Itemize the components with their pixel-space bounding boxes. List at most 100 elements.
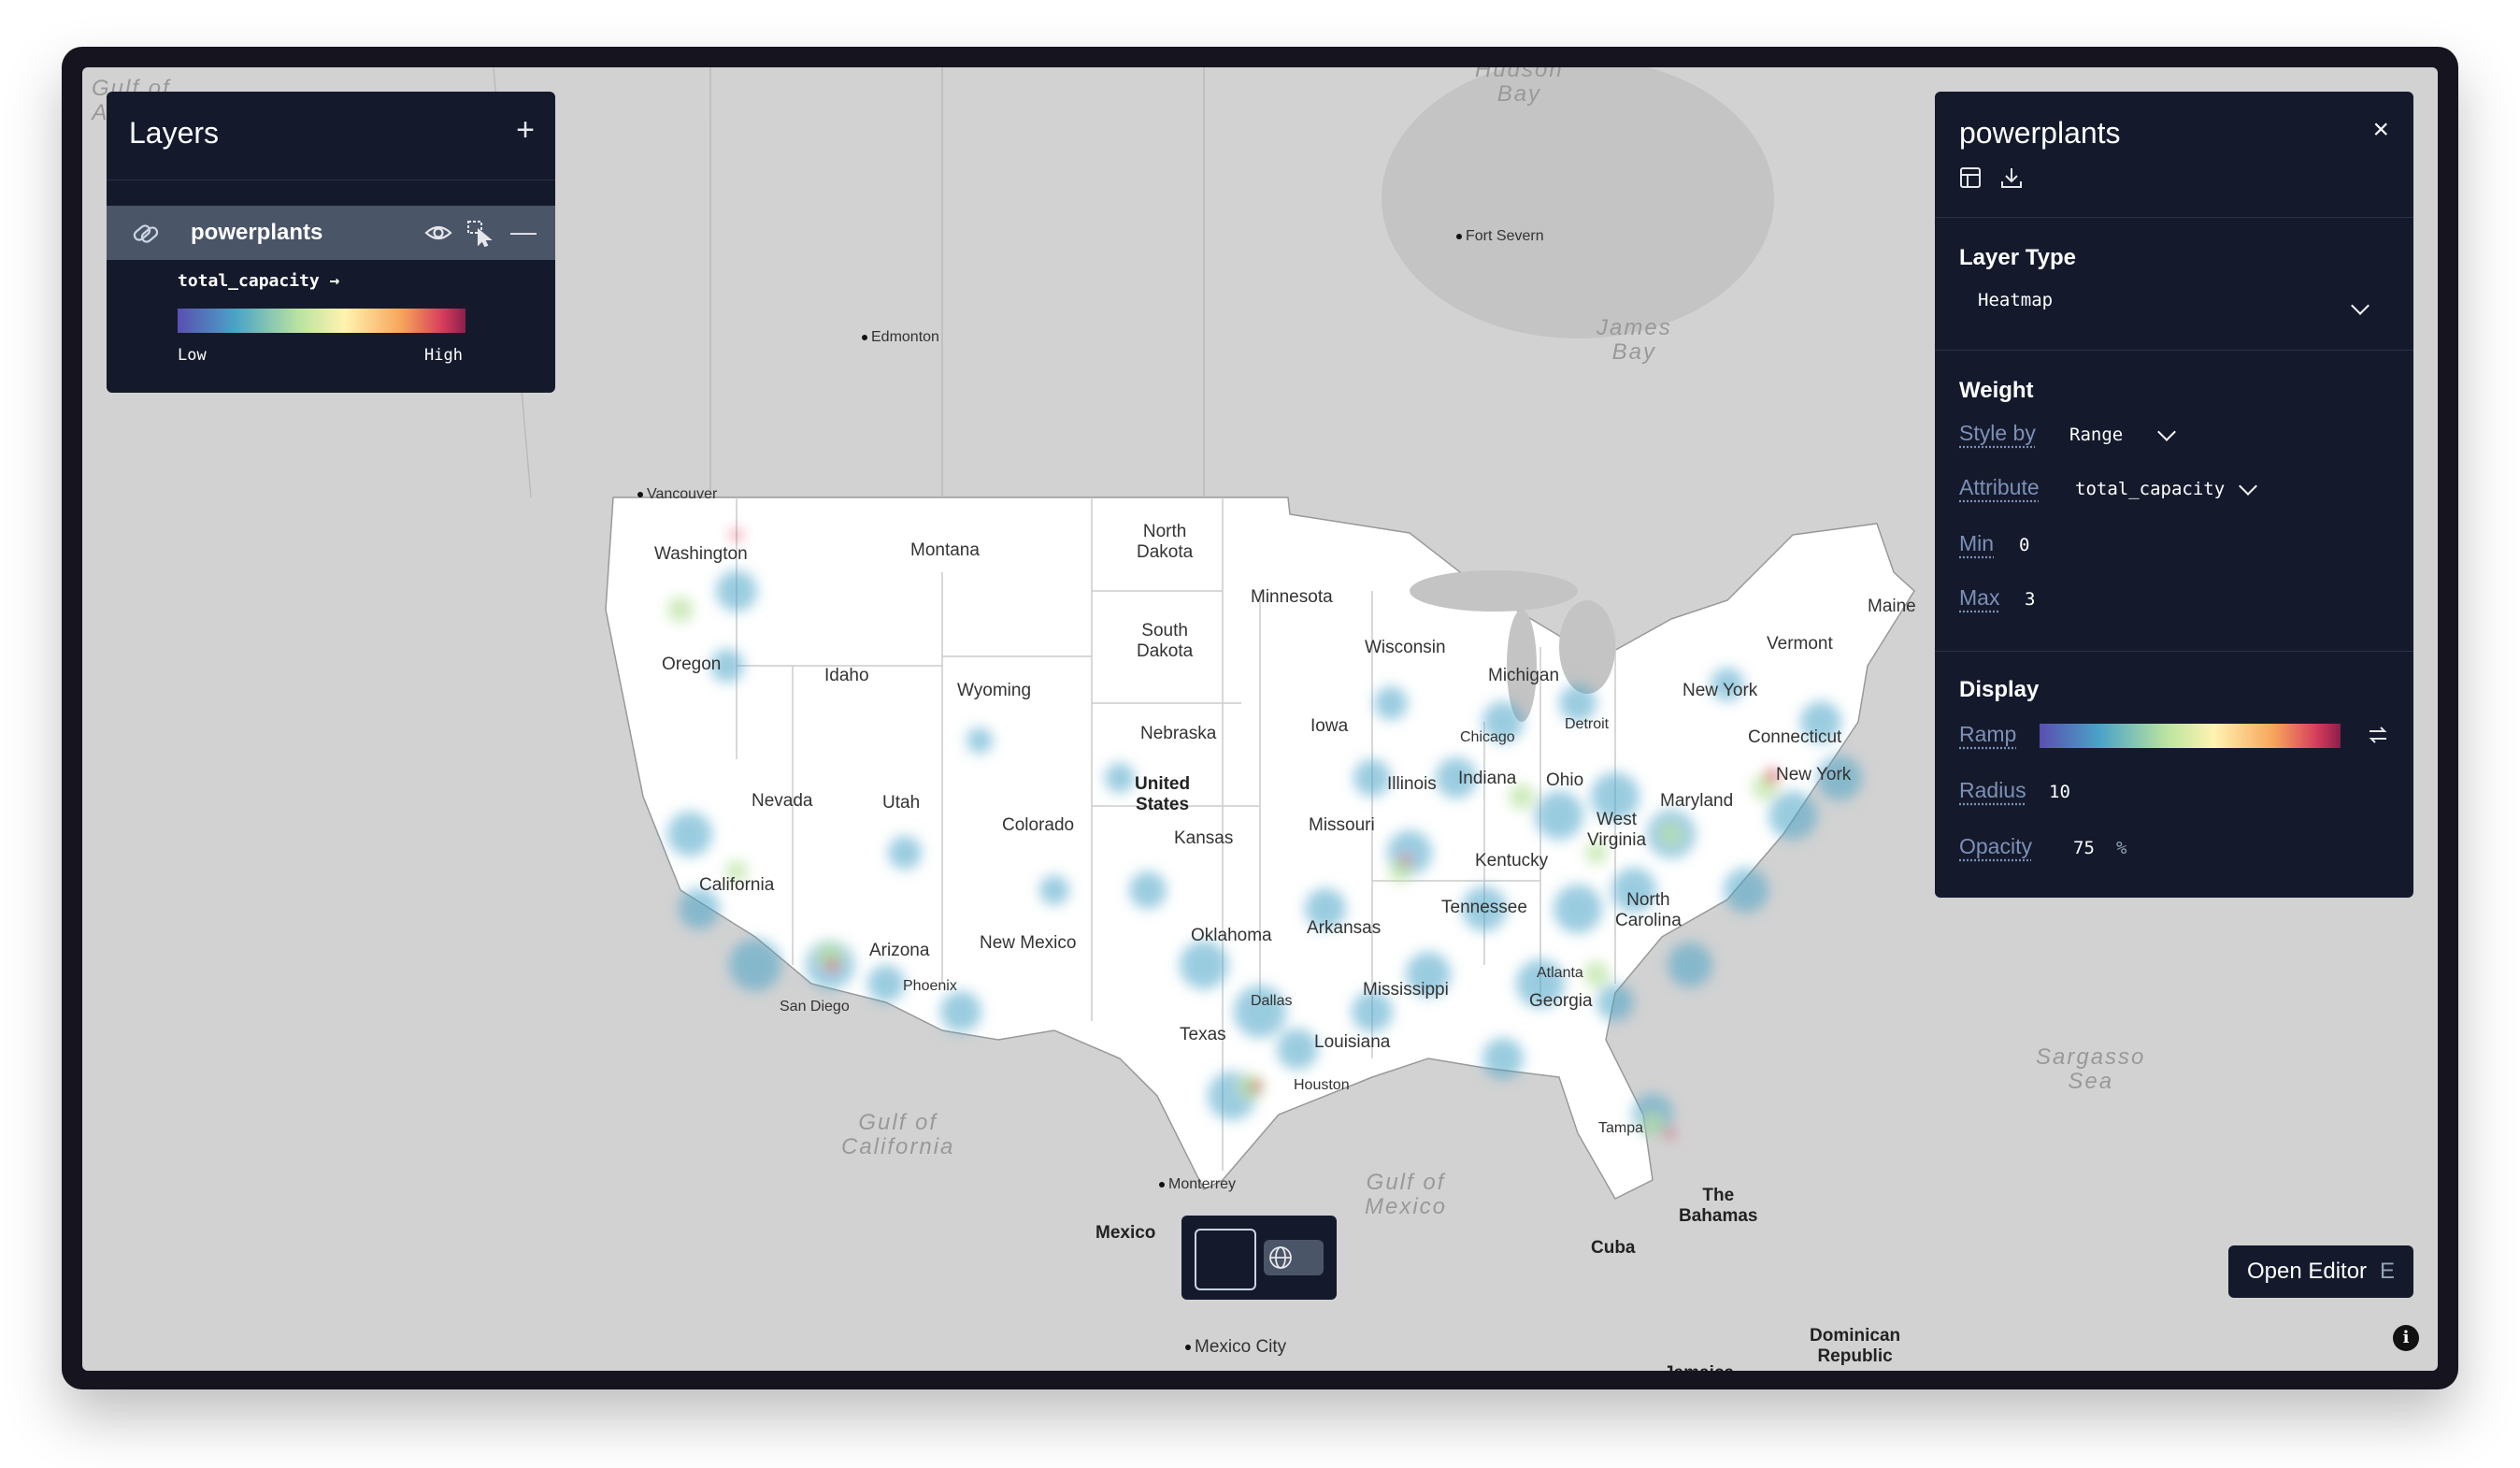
state-kentucky: Kentucky xyxy=(1475,851,1549,871)
radius-input[interactable]: 10 xyxy=(2049,782,2070,802)
state-arizona: Arizona xyxy=(869,941,930,960)
dark-basemap-option[interactable] xyxy=(1195,1229,1256,1290)
open-editor-label: Open Editor xyxy=(2246,1259,2368,1284)
country-dominican-republic: Dominican Republic xyxy=(1810,1326,1901,1366)
opacity-input[interactable]: 75 xyxy=(2073,838,2095,858)
attribute-select[interactable]: total_capacity xyxy=(2075,476,2258,499)
state-california: California xyxy=(699,875,775,895)
canada-borders xyxy=(493,67,1205,498)
download-icon[interactable] xyxy=(2000,166,2023,194)
style-by-select[interactable]: Range xyxy=(2069,422,2177,445)
color-ramp-select[interactable] xyxy=(2040,724,2341,748)
style-by-value: Range xyxy=(2069,425,2124,445)
select-features-icon[interactable] xyxy=(465,219,494,252)
state-colorado: Colorado xyxy=(1002,815,1075,835)
chevron-down-icon xyxy=(2157,422,2177,441)
state-connecticut: Connecticut xyxy=(1748,727,1842,747)
state-wyoming: Wyoming xyxy=(957,681,1032,700)
city-houston: Houston xyxy=(1294,1077,1350,1093)
state-nevada: Nevada xyxy=(752,791,813,811)
country-mexico: Mexico xyxy=(1095,1223,1156,1243)
keyboard-shortcut: E xyxy=(2380,1259,2396,1284)
state-texas: Texas xyxy=(1180,1025,1226,1044)
globe-icon xyxy=(1269,1246,1292,1269)
layer-type-value: Heatmap xyxy=(1978,290,2054,310)
chevron-down-icon xyxy=(2239,476,2258,496)
max-label: Max xyxy=(1959,585,2000,610)
ramp-label: Ramp xyxy=(1959,722,2017,746)
city-detroit: Detroit xyxy=(1565,716,1610,732)
opacity-unit: % xyxy=(2116,838,2127,858)
city-dallas: Dallas xyxy=(1251,993,1293,1009)
divider xyxy=(1935,350,2413,351)
city-new-york: New York xyxy=(1776,765,1852,784)
divider xyxy=(1935,651,2413,652)
legend-attribute: total_capacity → xyxy=(178,271,340,291)
state-arkansas: Arkansas xyxy=(1307,918,1382,938)
style-by-label: Style by xyxy=(1959,421,2036,445)
state-tennessee: Tennessee xyxy=(1441,898,1527,917)
panel-title: powerplants xyxy=(1959,116,2121,150)
min-input[interactable]: 0 xyxy=(2019,535,2029,555)
city-fort-severn: Fort Severn xyxy=(1456,228,1544,245)
legend-high-label: High xyxy=(424,346,463,365)
basemap-switcher xyxy=(1181,1216,1337,1300)
country-bahamas: The Bahamas xyxy=(1679,1186,1758,1226)
country-cuba: Cuba xyxy=(1591,1238,1636,1258)
add-layer-button[interactable]: + xyxy=(516,112,535,149)
max-input[interactable]: 3 xyxy=(2025,589,2035,610)
attribute-value: total_capacity xyxy=(2075,479,2226,499)
state-oklahoma: Oklahoma xyxy=(1191,926,1272,945)
opacity-label: Opacity xyxy=(1959,834,2032,858)
reverse-ramp-icon[interactable] xyxy=(2367,724,2389,751)
legend-low-label: Low xyxy=(178,346,207,365)
table-icon[interactable] xyxy=(1959,166,1982,194)
state-michigan: Michigan xyxy=(1488,666,1560,685)
globe-toggle[interactable] xyxy=(1264,1240,1324,1275)
great-lake-huron xyxy=(1559,600,1615,694)
city-vancouver: Vancouver xyxy=(637,486,717,503)
eye-icon[interactable] xyxy=(424,219,452,252)
open-editor-button[interactable]: Open Editor E xyxy=(2228,1245,2413,1298)
state-west-virginia: West Virginia xyxy=(1587,810,1647,850)
divider xyxy=(1935,217,2413,218)
city-atlanta: Atlanta xyxy=(1537,965,1583,981)
state-idaho: Idaho xyxy=(824,666,869,685)
layer-type-heading: Layer Type xyxy=(1959,245,2076,270)
state-oregon: Oregon xyxy=(662,655,722,674)
city-phoenix: Phoenix xyxy=(903,978,957,994)
info-icon[interactable]: i xyxy=(2393,1325,2419,1351)
close-button[interactable]: × xyxy=(2372,114,2389,146)
legend-color-ramp xyxy=(178,309,465,333)
layer-type-select[interactable]: Heatmap xyxy=(1978,290,2053,310)
city-tampa: Tampa xyxy=(1598,1120,1644,1136)
radius-label: Radius xyxy=(1959,778,2026,802)
country-united-states: United States xyxy=(1135,774,1191,814)
layer-item-powerplants[interactable]: powerplants — xyxy=(107,206,555,260)
state-missouri: Missouri xyxy=(1309,815,1375,835)
city-mexico-city: Mexico City xyxy=(1185,1337,1286,1358)
state-vermont: Vermont xyxy=(1767,634,1833,654)
chevron-down-icon[interactable] xyxy=(2351,296,2370,315)
state-north-carolina: North Carolina xyxy=(1615,890,1682,930)
state-maryland: Maryland xyxy=(1660,791,1734,811)
layer-properties-panel: powerplants × Layer Type Heatmap Weight … xyxy=(1935,92,2413,898)
state-kansas: Kansas xyxy=(1174,828,1234,848)
state-new-york: New York xyxy=(1682,681,1758,700)
collapse-icon[interactable]: — xyxy=(510,217,537,247)
layer-name: powerplants xyxy=(191,220,323,245)
state-louisiana: Louisiana xyxy=(1314,1032,1391,1052)
layers-title: Layers xyxy=(129,116,220,150)
label-sargasso-sea: Sargasso Sea xyxy=(2036,1044,2146,1094)
state-montana: Montana xyxy=(910,540,980,560)
city-monterrey: Monterrey xyxy=(1159,1176,1236,1193)
city-chicago: Chicago xyxy=(1460,729,1515,745)
weight-heading: Weight xyxy=(1959,378,2034,403)
label-hudson-bay: Hudson Bay xyxy=(1475,67,1564,107)
state-mississippi: Mississippi xyxy=(1363,980,1449,1000)
state-wisconsin: Wisconsin xyxy=(1365,638,1446,657)
link-icon xyxy=(131,219,161,253)
display-heading: Display xyxy=(1959,677,2040,702)
state-new-mexico: New Mexico xyxy=(980,933,1077,953)
city-san-diego: San Diego xyxy=(780,999,850,1015)
